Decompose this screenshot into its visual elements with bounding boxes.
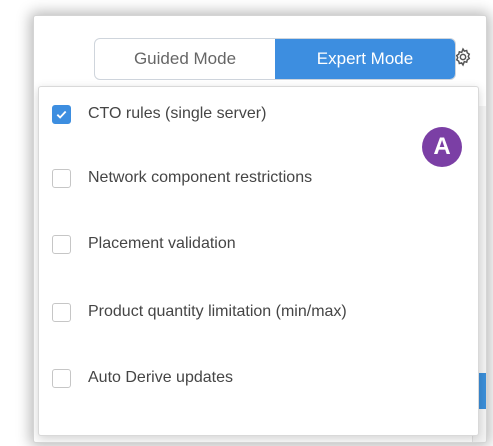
quantity-limitation-checkbox[interactable] [52,302,71,322]
rule-label: Auto Derive updates [88,369,233,386]
mode-toggle: Guided Mode Expert Mode [94,38,456,80]
app-panel: Guided Mode Expert Mode CTO rules (singl… [34,16,486,442]
cto-rules-checkbox[interactable] [52,104,71,124]
expert-mode-button[interactable]: Expert Mode [275,39,455,79]
checkmark-icon [56,110,67,119]
rule-item-network-restrictions[interactable]: Network component restrictions [39,158,478,198]
gear-icon[interactable] [452,46,474,68]
rule-label: Placement validation [88,235,236,252]
rule-item-quantity-limitation[interactable]: Product quantity limitation (min/max) [39,292,478,332]
screenshot-stage: Guided Mode Expert Mode CTO rules (singl… [0,0,493,446]
rules-dropdown-menu: CTO rules (single server) Network compon… [38,86,479,436]
placement-validation-checkbox[interactable] [52,234,71,254]
auto-derive-checkbox[interactable] [52,368,71,388]
rule-label: Network component restrictions [88,169,313,186]
rule-item-placement-validation[interactable]: Placement validation [39,224,478,264]
network-restrictions-checkbox[interactable] [52,168,71,188]
background-accent-bar [478,373,486,409]
guided-mode-button[interactable]: Guided Mode [95,39,275,79]
rule-item-cto-rules[interactable]: CTO rules (single server) [39,94,478,134]
rule-item-auto-derive[interactable]: Auto Derive updates [39,358,478,398]
rule-label: Product quantity limitation (min/max) [88,303,347,320]
callout-badge: A [422,127,462,167]
rule-label: CTO rules (single server) [88,105,267,122]
